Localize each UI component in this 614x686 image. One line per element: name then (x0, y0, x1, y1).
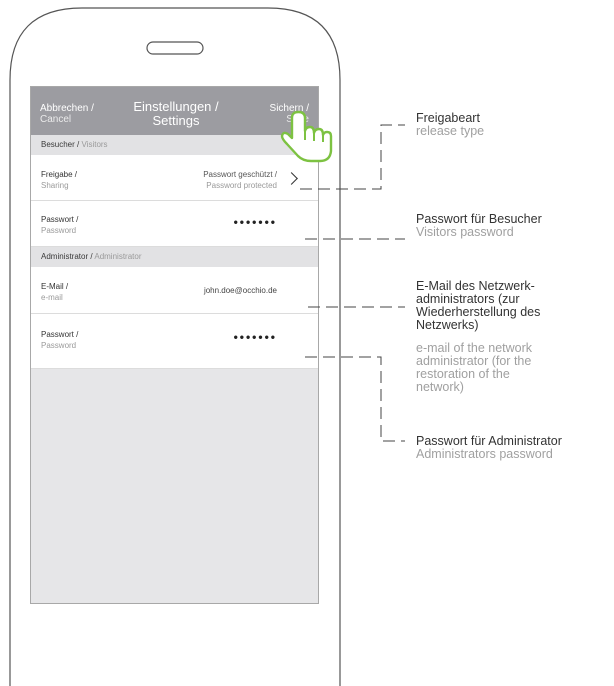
annotation-visitors-password-en: Visitors password (416, 225, 514, 239)
annotation-email-en: e-mail of the network administrator (for… (416, 341, 533, 394)
annotation-release-type: Freigabeart release type (416, 112, 484, 138)
annotation-email-de: E-Mail des Netzwerk- administrators (zur… (416, 279, 541, 332)
annotation-admin-password-en: Administrators password (416, 447, 553, 461)
callout-line-admin-password (305, 356, 405, 442)
annotation-visitors-password-de: Passwort für Besucher (416, 212, 542, 226)
callout-line-release-type (300, 124, 405, 190)
annotation-release-type-en: release type (416, 124, 485, 138)
annotation-admin-password: Passwort für Administrator Administrator… (416, 435, 562, 461)
annotation-admin-password-de: Passwort für Administrator (416, 434, 562, 448)
annotation-release-type-de: Freigabeart (416, 111, 480, 125)
annotation-visitors-password: Passwort für Besucher Visitors password (416, 213, 542, 239)
annotation-email: E-Mail des Netzwerk- administrators (zur… (416, 267, 540, 407)
